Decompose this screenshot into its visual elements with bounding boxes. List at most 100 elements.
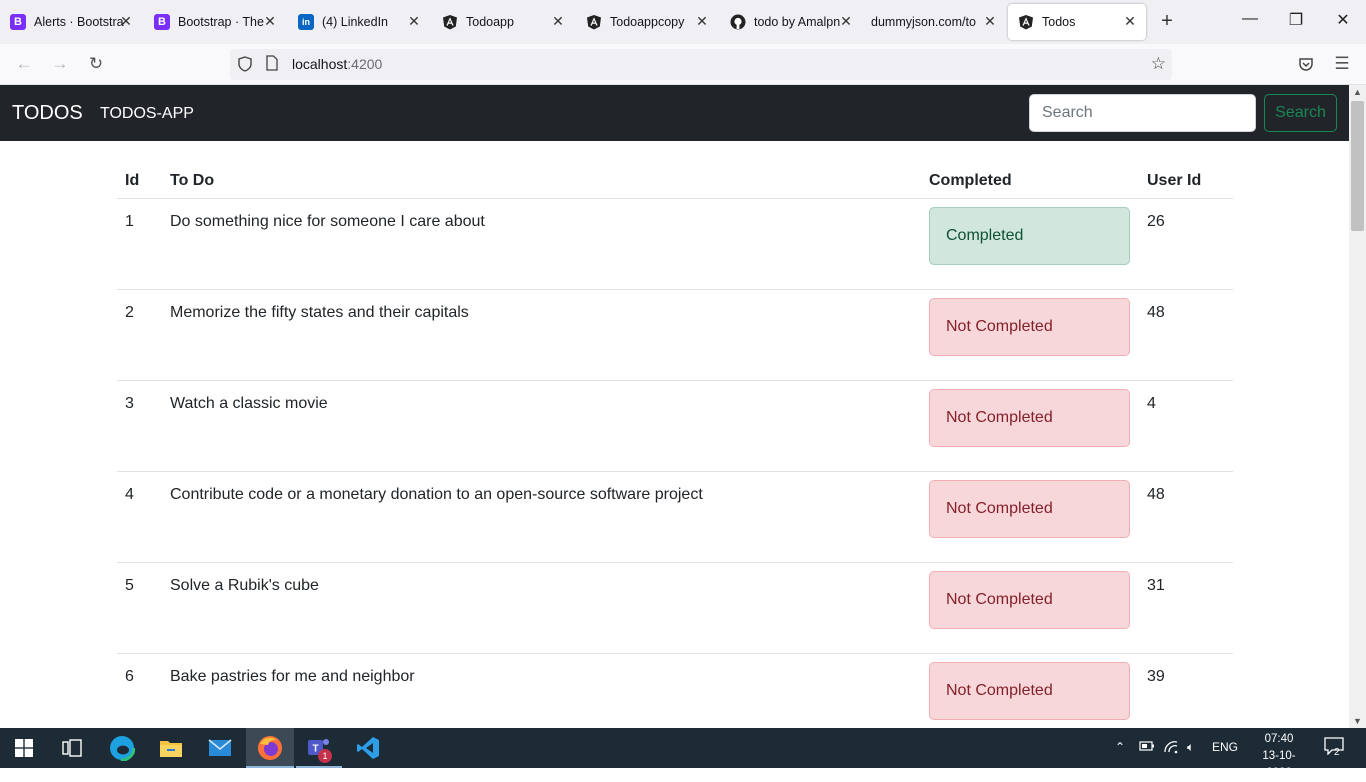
cell-completed: Completed <box>921 198 1139 290</box>
close-icon[interactable]: ✕ <box>838 13 854 30</box>
cell-id: 2 <box>117 289 162 381</box>
status-alert-not-completed: Not Completed <box>929 388 1130 447</box>
page-scrollbar[interactable]: ▲ ▼ <box>1349 85 1366 728</box>
chevron-up-icon[interactable]: ⌃ <box>1115 740 1125 754</box>
file-explorer-icon[interactable] <box>155 732 187 764</box>
cell-completed: Not Completed <box>921 380 1139 472</box>
cell-todo: Watch a classic movie <box>162 380 921 472</box>
tab-title: Alerts · Bootstrap <box>34 15 124 29</box>
table-row: 1 Do something nice for someone I care a… <box>117 198 1233 290</box>
browser-tab[interactable]: dummyjson.com/to ✕ <box>864 4 1006 40</box>
angular-icon <box>1018 14 1034 30</box>
cell-completed: Not Completed <box>921 653 1139 728</box>
cell-user-id: 48 <box>1139 289 1233 381</box>
tab-title: dummyjson.com/to <box>871 15 976 29</box>
volume-icon[interactable]: 🔈︎ <box>1187 740 1194 755</box>
tab-title: Todoappcopy <box>610 15 685 29</box>
page-content: Id To Do Completed User Id 1 Do somethin… <box>0 141 1349 728</box>
shield-icon[interactable] <box>238 56 252 75</box>
search-button[interactable]: Search <box>1264 94 1337 132</box>
tab-title: (4) LinkedIn <box>322 15 389 29</box>
browser-tab[interactable]: todo by Amalpn ✕ <box>720 4 862 40</box>
task-view-icon[interactable] <box>56 732 88 764</box>
browser-tab-strip: B Alerts · Bootstrap ✕ B Bootstrap · The… <box>0 0 1366 44</box>
app-navbar: TODOS TODOS-APP Search <box>0 85 1349 141</box>
page-icon <box>266 55 278 74</box>
tab-title: Todos <box>1042 15 1076 29</box>
search-input[interactable] <box>1029 94 1256 132</box>
cell-todo: Solve a Rubik's cube <box>162 562 921 654</box>
close-icon[interactable]: ✕ <box>694 13 710 30</box>
navbar-brand[interactable]: TODOS <box>12 102 83 125</box>
github-icon <box>730 14 746 30</box>
status-alert-not-completed: Not Completed <box>929 661 1130 720</box>
close-icon[interactable]: ✕ <box>550 13 566 30</box>
browser-tab[interactable]: in (4) LinkedIn ✕ <box>288 4 430 40</box>
status-alert-not-completed: Not Completed <box>929 570 1130 629</box>
close-icon[interactable]: ✕ <box>1122 13 1138 30</box>
cell-id: 1 <box>117 198 162 290</box>
cell-user-id: 4 <box>1139 380 1233 472</box>
scroll-down-arrow-icon[interactable]: ▼ <box>1349 716 1366 726</box>
cell-id: 6 <box>117 653 162 728</box>
window-close-button[interactable]: ✕ <box>1333 10 1353 30</box>
cell-user-id: 26 <box>1139 198 1233 290</box>
close-icon[interactable]: ✕ <box>118 13 134 30</box>
clock-time: 07:40 <box>1264 733 1294 745</box>
table-header-row: Id To Do Completed User Id <box>117 165 1233 199</box>
scroll-up-arrow-icon[interactable]: ▲ <box>1349 87 1366 97</box>
windows-start-icon[interactable] <box>8 732 40 764</box>
close-icon[interactable]: ✕ <box>262 13 278 30</box>
browser-tab[interactable]: Todoappcopy ✕ <box>576 4 718 40</box>
column-header-todo: To Do <box>162 165 921 199</box>
status-alert-not-completed: Not Completed <box>929 479 1130 538</box>
status-alert-completed: Completed <box>929 206 1130 265</box>
url-host: localhost <box>292 56 348 72</box>
nav-link-todos-app[interactable]: TODOS-APP <box>100 105 194 123</box>
table-row: 5 Solve a Rubik's cube Not Completed 31 <box>117 562 1233 654</box>
browser-tab[interactable]: B Bootstrap · The m ✕ <box>144 4 286 40</box>
cell-user-id: 31 <box>1139 562 1233 654</box>
tab-title: Bootstrap · The m <box>178 15 268 29</box>
cell-id: 3 <box>117 380 162 472</box>
hamburger-menu-icon[interactable]: ☰ <box>1330 52 1354 76</box>
back-arrow-icon[interactable]: ← <box>12 52 36 76</box>
linkedin-icon: in <box>298 14 314 30</box>
mail-icon[interactable] <box>204 732 236 764</box>
url-text[interactable]: localhost:4200 <box>292 56 382 72</box>
system-clock[interactable]: 07:40 13-10-2022 <box>1255 731 1303 782</box>
new-tab-button[interactable]: + <box>1156 10 1178 33</box>
edge-browser-icon[interactable] <box>106 732 138 764</box>
address-bar[interactable]: localhost:4200 ☆ <box>230 49 1172 80</box>
language-indicator[interactable]: ENG <box>1212 740 1238 754</box>
tab-title: Todoapp <box>466 15 514 29</box>
table-row: 2 Memorize the fifty states and their ca… <box>117 289 1233 381</box>
cell-id: 4 <box>117 471 162 563</box>
column-header-user-id: User Id <box>1139 165 1233 199</box>
browser-tab[interactable]: B Alerts · Bootstrap ✕ <box>0 4 142 40</box>
angular-icon <box>442 14 458 30</box>
table-row: 6 Bake pastries for me and neighbor Not … <box>117 653 1233 728</box>
cell-todo: Memorize the fifty states and their capi… <box>162 289 921 381</box>
wifi-icon[interactable] <box>1163 740 1179 757</box>
bookmark-star-icon[interactable]: ☆ <box>1151 54 1166 74</box>
cell-todo: Contribute code or a monetary donation t… <box>162 471 921 563</box>
firefox-icon[interactable] <box>254 732 286 764</box>
browser-tab-active[interactable]: Todos ✕ <box>1008 4 1146 40</box>
restore-button[interactable]: ❐ <box>1286 10 1306 30</box>
cell-id: 5 <box>117 562 162 654</box>
minimize-button[interactable]: — <box>1240 10 1260 28</box>
reload-icon[interactable]: ↻ <box>84 52 108 76</box>
status-alert-not-completed: Not Completed <box>929 297 1130 356</box>
teams-notification-badge: 1 <box>318 749 332 763</box>
vscode-icon[interactable] <box>352 732 384 764</box>
close-icon[interactable]: ✕ <box>406 13 422 30</box>
url-port: :4200 <box>347 56 383 72</box>
browser-tab[interactable]: Todoapp ✕ <box>432 4 574 40</box>
scrollbar-thumb[interactable] <box>1351 101 1364 231</box>
pocket-icon[interactable] <box>1294 52 1318 76</box>
close-icon[interactable]: ✕ <box>982 13 998 30</box>
battery-icon[interactable] <box>1139 740 1155 755</box>
windows-taskbar: T 1 ⌃ 🔈︎ ENG 07:40 13-10-2022 2 <box>0 728 1366 779</box>
forward-arrow-icon[interactable]: → <box>48 52 72 76</box>
